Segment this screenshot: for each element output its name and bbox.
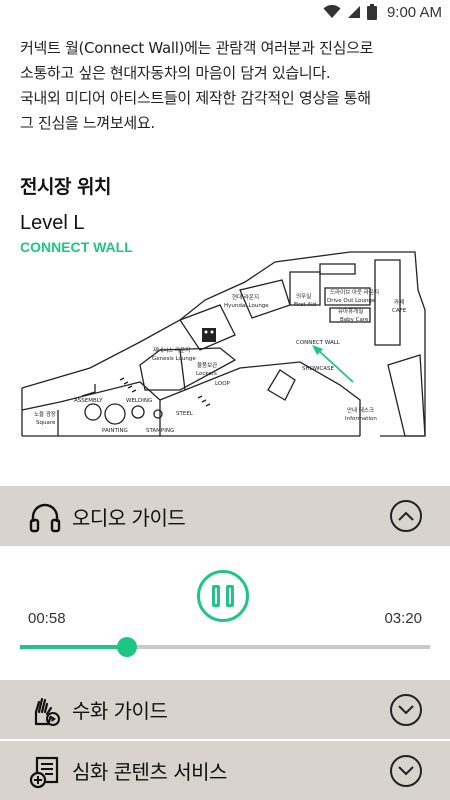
- floor-map[interactable]: 현대 라운지 Hyundai Lounge 의무실 First Aid 드라이브…: [20, 250, 430, 440]
- audio-guide-header[interactable]: 오디오 가이드: [0, 486, 450, 546]
- connect-wall-arrow: [312, 345, 354, 383]
- map-label-square: 노을 광장: [34, 411, 56, 418]
- map-label-info-en: Information: [345, 416, 377, 422]
- signal-icon: [347, 6, 360, 18]
- audio-guide-label: 오디오 가이드: [72, 505, 186, 530]
- map-label-lockers: 물품보관: [197, 361, 217, 369]
- sign-language-icon: [34, 697, 60, 726]
- map-label-cafe: 카페: [394, 298, 404, 306]
- pause-icon: [212, 585, 220, 607]
- map-label-first-aid: 의무실: [296, 292, 311, 300]
- battery-icon: [366, 4, 377, 20]
- map-label-baby-care-en: Baby Care: [340, 317, 369, 323]
- map-label-connect-wall: CONNECT WALL: [296, 340, 341, 346]
- document-plus-icon: [29, 756, 59, 789]
- map-label-hyundai-lounge-en: Hyundai Lounge: [224, 303, 269, 309]
- progress-thumb[interactable]: [116, 637, 137, 657]
- collapse-button[interactable]: [390, 500, 422, 532]
- map-label-assembly: ASSEMBLY: [74, 398, 103, 404]
- map-label-drive-out-en: Drive Out Lounge: [327, 298, 376, 304]
- section-title: 전시장 위치: [20, 176, 112, 198]
- wifi-icon: [323, 5, 341, 18]
- map-label-genesis: 제네시스 라운지: [153, 346, 190, 354]
- sign-guide-header[interactable]: 수화 가이드: [0, 680, 450, 740]
- map-label-genesis-en: Genesis Lounge: [152, 356, 196, 362]
- map-label-showcase: SHOWCASE: [302, 366, 334, 372]
- intro-line: 커넥트 월(Connect Wall)에는 관람객 여러분과 진심으로: [20, 39, 374, 57]
- intro-line: 그 진심을 느껴보세요.: [20, 114, 155, 132]
- status-bar: 9:00 AM: [0, 0, 450, 24]
- map-label-first-aid-en: First Aid: [294, 302, 316, 308]
- audio-player: 00:58 03:20: [0, 546, 450, 680]
- deep-content-header[interactable]: 심화 콘텐츠 서비스: [0, 741, 450, 800]
- chevron-up-icon: [398, 511, 414, 521]
- progress-fill: [20, 645, 127, 649]
- current-time: 00:58: [28, 610, 66, 627]
- map-label-cafe-en: CAFE: [392, 308, 407, 314]
- map-label-loop: LOOP: [215, 381, 231, 387]
- map-label-info: 안내 데스크: [347, 406, 374, 414]
- map-label-lockers-en: Lockers: [196, 371, 217, 377]
- map-label-square-en: Square: [36, 420, 56, 426]
- sign-guide-label: 수화 가이드: [72, 699, 168, 723]
- intro-line: 국내외 미디어 아티스트들이 제작한 감각적인 영상을 통해: [20, 89, 371, 107]
- map-label-painting: PAINTING: [102, 428, 128, 434]
- intro-line: 소통하고 싶은 현대자동차의 마음이 담겨 있습니다.: [20, 64, 331, 82]
- map-label-baby-care: 유아휴게실: [338, 307, 363, 315]
- expand-button[interactable]: [390, 693, 422, 726]
- status-time: 9:00 AM: [386, 3, 442, 21]
- restroom-icon: [202, 328, 216, 342]
- progress-track[interactable]: [20, 637, 430, 657]
- chevron-down-icon: [398, 765, 414, 775]
- pause-button[interactable]: [197, 570, 249, 622]
- total-time: 03:20: [384, 610, 422, 627]
- map-label-steel: STEEL: [176, 411, 194, 417]
- map-label-drive-out: 드라이브 아웃 라운지: [330, 288, 379, 296]
- deep-content-label: 심화 콘텐츠 서비스: [72, 760, 227, 784]
- chevron-down-icon: [398, 704, 414, 714]
- expand-button[interactable]: [390, 754, 422, 787]
- map-label-welding: WELDING: [126, 398, 152, 404]
- intro-text: 커넥트 월(Connect Wall)에는 관람객 여러분과 진심으로 소통하고…: [20, 36, 435, 136]
- pause-icon: [226, 585, 234, 607]
- headphones-icon: [29, 503, 61, 533]
- map-label-hyundai-lounge: 현대 라운지: [232, 293, 259, 301]
- level-label: Level L: [20, 212, 85, 234]
- map-label-stamping: STAMPING: [146, 428, 174, 434]
